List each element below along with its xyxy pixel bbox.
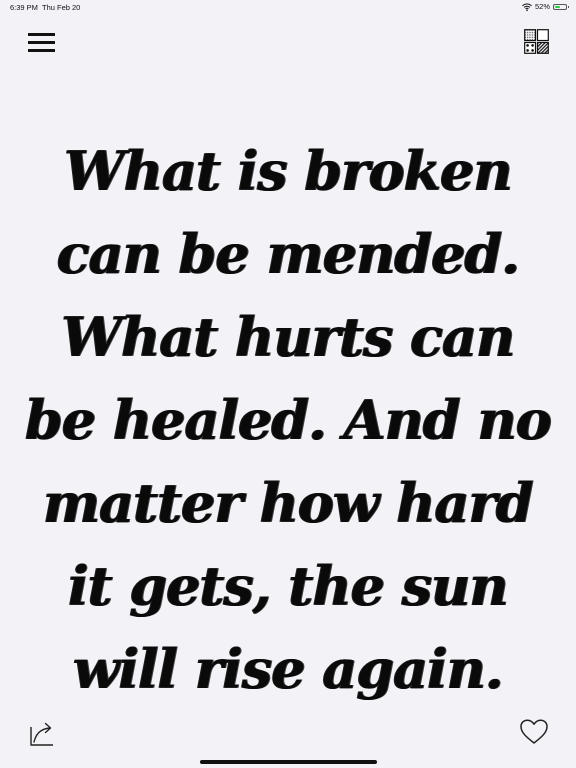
- status-right-group: 52%: [522, 2, 569, 11]
- status-time: 6:39 PM: [10, 3, 38, 12]
- heart-icon: [520, 719, 548, 744]
- hamburger-menu-icon-line: [28, 49, 55, 52]
- hamburger-menu-icon-line: [28, 41, 55, 44]
- quote-container: What is broken can be mended. What hurts…: [20, 130, 556, 701]
- battery-level-fill: [555, 5, 561, 8]
- battery-icon: [553, 3, 569, 10]
- themes-button[interactable]: [524, 29, 549, 54]
- battery-nub: [567, 5, 569, 8]
- menu-button[interactable]: [27, 30, 57, 52]
- status-date: Thu Feb 20: [42, 3, 81, 12]
- wifi-icon: [522, 3, 532, 11]
- themes-grid-icon: [524, 29, 549, 54]
- status-bar: 6:39 PM Thu Feb 20 52%: [0, 0, 576, 14]
- favorite-button[interactable]: [519, 718, 549, 746]
- share-button[interactable]: [28, 719, 56, 747]
- home-indicator[interactable]: [200, 760, 377, 764]
- hamburger-menu-icon: [28, 33, 55, 36]
- battery-percent: 52%: [534, 2, 550, 11]
- quote-text: What is broken can be mended. What hurts…: [25, 139, 552, 701]
- share-icon: [30, 722, 53, 746]
